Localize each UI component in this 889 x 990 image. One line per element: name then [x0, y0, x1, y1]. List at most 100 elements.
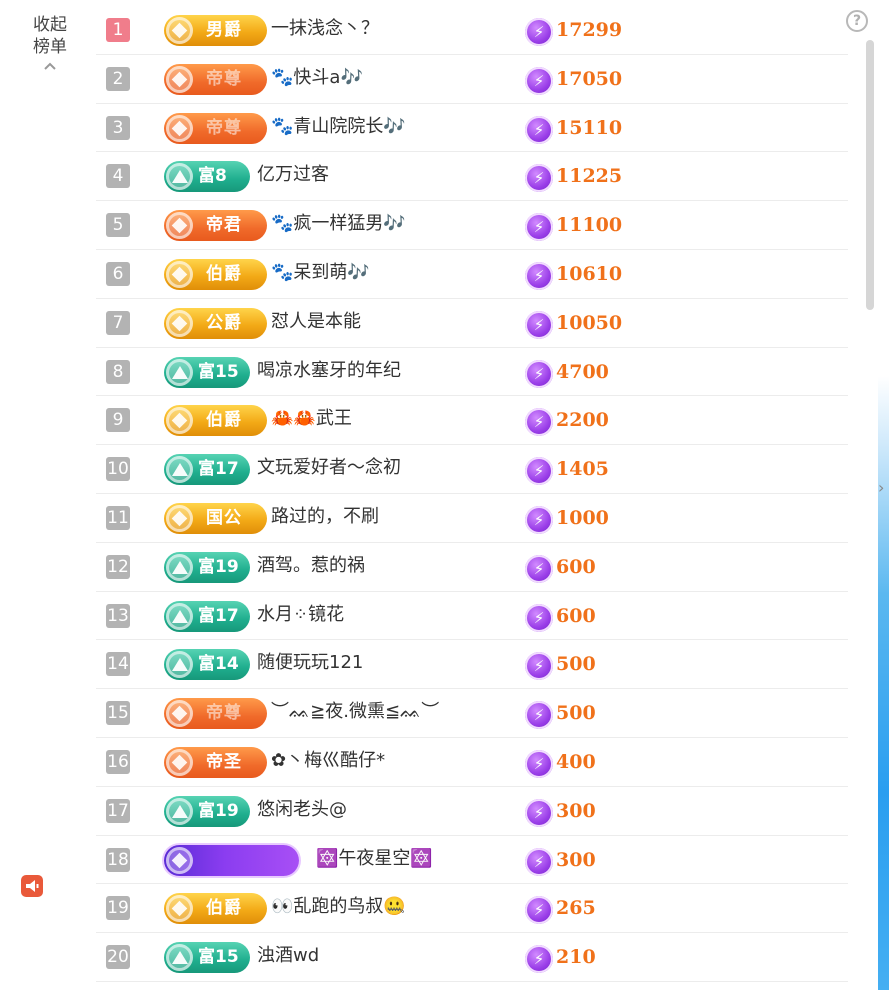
ranking-row[interactable]: 18 🔯午夜星空🔯 300 — [96, 836, 848, 885]
level-badge: 富19 — [164, 551, 250, 583]
username[interactable]: ︶ᨐ≧夜.微熏≦ᨐ︶ — [271, 689, 439, 737]
rank-number: 7 — [106, 310, 130, 335]
username[interactable]: 🐾青山院院长🎶 — [271, 104, 406, 152]
level-badge: 帝圣 — [164, 746, 267, 778]
badge-label: 帝君 — [206, 215, 242, 236]
username[interactable]: 亿万过客 — [257, 152, 329, 200]
contribution-score: 600 — [556, 555, 596, 578]
rank-number: 2 — [106, 66, 130, 91]
lightning-coin-icon — [525, 457, 553, 486]
ranking-row[interactable]: 15 帝尊 ︶ᨐ≧夜.微熏≦ᨐ︶ 500 — [96, 689, 848, 738]
ranking-row[interactable]: 12 富19 酒驾。惹的祸 600 — [96, 543, 848, 592]
level-badge: 帝君 — [164, 210, 267, 242]
level-badge: 帝尊 — [164, 698, 267, 730]
badge-label: 富15 — [198, 361, 239, 382]
contribution-score: 500 — [556, 653, 596, 676]
contribution-score: 265 — [556, 897, 596, 920]
badge-emblem-icon — [166, 407, 193, 435]
ranking-row[interactable]: 16 帝圣 ✿丶梅巛酷仔* 400 — [96, 738, 848, 787]
ranking-row[interactable]: 13 富17 水月⁘镜花 600 — [96, 592, 848, 641]
level-badge: 富8 — [164, 161, 250, 193]
badge-label: 富19 — [198, 556, 239, 577]
ranking-row[interactable]: 5 帝君 🐾疯一样猛男🎶 11100 — [96, 201, 848, 250]
badge-label: 国公 — [206, 507, 242, 528]
rank-number: 20 — [106, 945, 130, 970]
username[interactable]: 一抹浅念丶？ — [271, 6, 379, 54]
contribution-score: 300 — [556, 799, 596, 822]
username[interactable]: 👀乱跑的鸟叔🤐 — [271, 884, 406, 932]
ranking-row[interactable]: 1 男爵 一抹浅念丶？ 17299 — [96, 6, 848, 55]
collapse-ranking-button[interactable]: 收起 榜单 — [22, 14, 78, 72]
badge-emblem-icon — [166, 944, 193, 972]
lightning-coin-icon — [525, 66, 553, 95]
rank-number: 10 — [106, 457, 130, 482]
ranking-row[interactable]: 9 伯爵 🦀🦀武王 2200 — [96, 396, 848, 446]
level-badge: 富15 — [164, 356, 250, 388]
username[interactable]: 🐾呆到萌🎶 — [271, 250, 370, 298]
help-icon[interactable]: ? — [846, 10, 868, 32]
lightning-coin-icon — [525, 359, 553, 388]
badge-emblem-icon — [166, 797, 193, 825]
ranking-list: 1男爵一抹浅念丶？172992帝尊🐾快斗a🎶170503帝尊🐾青山院院长🎶151… — [96, 6, 848, 982]
badge-label: 伯爵 — [206, 410, 242, 431]
badge-label: 富15 — [198, 947, 239, 968]
level-badge: 伯爵 — [164, 405, 267, 437]
badge-emblem-icon — [166, 895, 193, 923]
ranking-row[interactable]: 6 伯爵 🐾呆到萌🎶 10610 — [96, 250, 848, 299]
chevron-right-icon[interactable]: › — [878, 478, 889, 498]
contribution-score: 2200 — [556, 409, 609, 432]
level-badge: 富19 — [164, 795, 250, 827]
badge-label: 富19 — [198, 800, 239, 821]
ranking-row[interactable]: 7 公爵 怼人是本能 10050 — [96, 299, 848, 348]
rank-number: 19 — [106, 896, 130, 921]
scrollbar-thumb[interactable] — [866, 40, 874, 310]
badge-emblem-icon — [166, 260, 193, 288]
lightning-coin-icon — [525, 213, 553, 242]
ranking-row[interactable]: 8 富15 喝凉水塞牙的年纪 4700 — [96, 348, 848, 397]
username[interactable]: 路过的，不刷 — [271, 494, 379, 542]
ranking-row[interactable]: 4 富8 亿万过客 11225 — [96, 152, 848, 202]
collapse-label-line1: 收起 — [33, 15, 67, 35]
badge-emblem-icon — [166, 504, 193, 532]
username[interactable]: 酒驾。惹的祸 — [257, 543, 365, 591]
contribution-score: 11225 — [556, 165, 623, 188]
ranking-row[interactable]: 19 伯爵 👀乱跑的鸟叔🤐 265 — [96, 884, 848, 934]
lightning-coin-icon — [525, 261, 553, 290]
lightning-coin-icon — [525, 749, 553, 778]
announcement-icon[interactable] — [21, 875, 43, 897]
username[interactable]: 浊酒wd — [257, 933, 319, 981]
username[interactable]: 🐾快斗a🎶 — [271, 55, 363, 103]
contribution-score: 11100 — [556, 214, 623, 237]
contribution-score: 500 — [556, 702, 596, 725]
ranking-row[interactable]: 17 富19 悠闲老头@ 300 — [96, 787, 848, 836]
contribution-score: 17299 — [556, 19, 623, 41]
lightning-coin-icon — [525, 896, 553, 925]
badge-emblem-icon — [166, 309, 193, 337]
username[interactable]: 🐾疯一样猛男🎶 — [271, 201, 406, 249]
username[interactable]: 水月⁘镜花 — [257, 592, 344, 640]
rank-number: 1 — [106, 18, 130, 42]
username[interactable]: 🦀🦀武王 — [271, 396, 352, 444]
ranking-row[interactable]: 2 帝尊 🐾快斗a🎶 17050 — [96, 55, 848, 104]
username[interactable]: 文玩爱好者～念初 — [257, 445, 401, 493]
ranking-row[interactable]: 10 富17 文玩爱好者～念初 1405 — [96, 445, 848, 494]
lightning-coin-icon — [525, 115, 553, 144]
ranking-row[interactable]: 20 富15 浊酒wd 210 — [96, 933, 848, 982]
badge-emblem-icon — [166, 358, 193, 386]
contribution-score: 1405 — [556, 458, 609, 481]
ranking-row[interactable]: 11 国公 路过的，不刷 1000 — [96, 494, 848, 543]
ranking-row[interactable]: 3 帝尊 🐾青山院院长🎶 15110 — [96, 104, 848, 153]
username[interactable]: 怼人是本能 — [271, 299, 361, 347]
username[interactable]: ✿丶梅巛酷仔* — [271, 738, 385, 786]
badge-emblem-icon — [166, 65, 193, 93]
username[interactable]: 悠闲老头@ — [257, 787, 347, 835]
username[interactable]: 喝凉水塞牙的年纪 — [257, 348, 401, 396]
rank-number: 12 — [106, 554, 130, 579]
contribution-score: 210 — [556, 946, 596, 969]
username[interactable]: 随便玩玩121 — [257, 640, 363, 688]
badge-label: 帝尊 — [206, 68, 242, 89]
username[interactable]: 🔯午夜星空🔯 — [316, 836, 433, 884]
lightning-coin-icon — [525, 310, 553, 339]
level-badge: 富15 — [164, 942, 250, 974]
ranking-row[interactable]: 14 富14 随便玩玩121 500 — [96, 640, 848, 690]
